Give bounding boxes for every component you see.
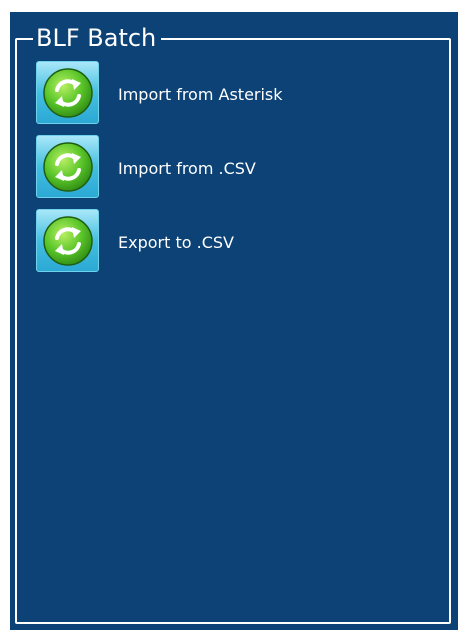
refresh-icon xyxy=(43,68,93,118)
import-from-csv-button[interactable] xyxy=(36,135,99,198)
import-from-csv-item[interactable]: Import from .CSV xyxy=(36,135,436,201)
refresh-icon xyxy=(43,216,93,266)
import-from-csv-label: Import from .CSV xyxy=(118,159,256,178)
export-to-csv-item[interactable]: Export to .CSV xyxy=(36,209,436,275)
import-from-asterisk-label: Import from Asterisk xyxy=(118,85,283,104)
import-from-asterisk-button[interactable] xyxy=(36,61,99,124)
import-from-asterisk-item[interactable]: Import from Asterisk xyxy=(36,61,436,127)
export-to-csv-button[interactable] xyxy=(36,209,99,272)
export-to-csv-label: Export to .CSV xyxy=(118,233,234,252)
group-box-title: BLF Batch xyxy=(33,22,162,54)
refresh-icon xyxy=(43,142,93,192)
